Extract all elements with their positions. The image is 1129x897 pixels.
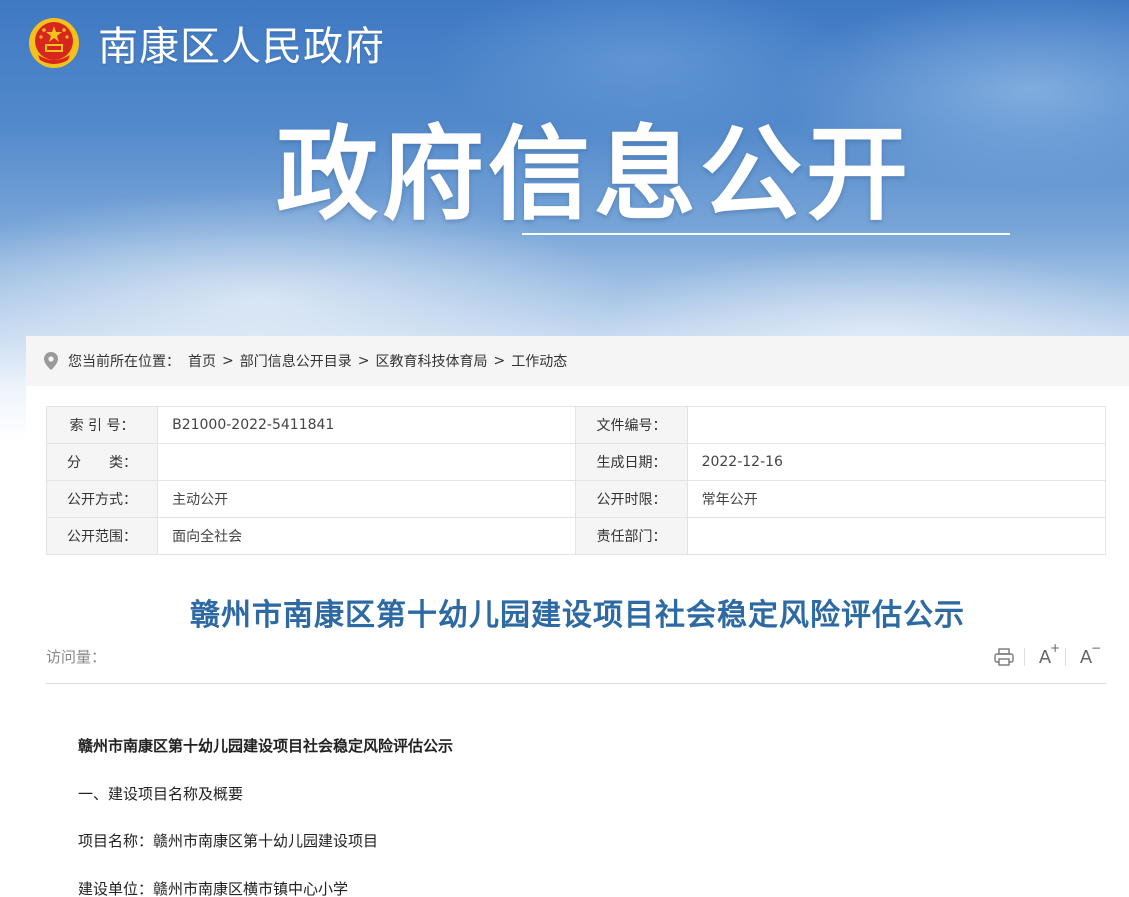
disclosure-period-label: 公开时限： <box>575 480 688 518</box>
table-row: 索 引 号： B21000-2022-5411841 文件编号： <box>45 406 1107 444</box>
print-icon <box>994 648 1014 666</box>
article-body: 赣州市南康区第十幼儿园建设项目社会稳定风险评估公示 一、建设项目名称及概要 项目… <box>78 736 1078 897</box>
disclosure-method-value: 主动公开 <box>157 480 577 518</box>
visit-count-label: 访问量： <box>46 648 107 666</box>
document-number-label: 文件编号： <box>575 406 688 444</box>
breadcrumb-separator: > <box>493 353 506 369</box>
category-value <box>157 443 577 481</box>
hero-title: 政府信息公开 <box>276 116 912 235</box>
document-number-value <box>686 406 1107 444</box>
created-date-label: 生成日期： <box>575 443 688 481</box>
breadcrumb: 您当前所在位置： 首页 > 部门信息公开目录 > 区教育科技体育局 > 工作动态 <box>26 336 1129 386</box>
table-row: 分 类： 生成日期： 2022-12-16 <box>45 443 1107 481</box>
article-title: 赣州市南康区第十幼儿园建设项目社会稳定风险评估公示 <box>190 598 965 633</box>
disclosure-method-label: 公开方式： <box>45 480 159 518</box>
breadcrumb-education-bureau[interactable]: 区教育科技体育局 <box>375 351 487 371</box>
breadcrumb-prefix: 您当前所在位置： <box>68 354 180 370</box>
breadcrumb-separator: > <box>357 353 370 369</box>
table-row: 公开范围： 面向全社会 责任部门： <box>45 517 1107 555</box>
breadcrumb-separator: > <box>222 353 234 369</box>
font-increase-button[interactable]: A + <box>1025 640 1065 672</box>
info-table: 索 引 号： B21000-2022-5411841 文件编号： 分 类： 生成… <box>45 406 1107 555</box>
site-name: 南康区人民政府 <box>98 24 385 70</box>
font-decrease-icon: A − <box>1079 640 1102 668</box>
national-emblem-icon <box>29 18 79 68</box>
content-divider <box>46 683 1106 684</box>
article-paragraph: 建设单位：赣州市南康区横市镇中心小学 <box>78 879 349 897</box>
font-increase-icon: A + <box>1038 640 1061 668</box>
disclosure-scope-label: 公开范围： <box>45 517 159 555</box>
article-meta: 访问量： A + A − <box>46 640 1106 678</box>
responsible-dept-label: 责任部门： <box>575 517 688 555</box>
index-number-value: B21000-2022-5411841 <box>157 406 577 444</box>
breadcrumb-home[interactable]: 首页 <box>188 351 216 371</box>
site-logo[interactable]: 南康区人民政府 <box>28 14 385 72</box>
print-button[interactable] <box>984 642 1024 672</box>
font-decrease-button[interactable]: A − <box>1066 640 1106 672</box>
content-panel: 您当前所在位置： 首页 > 部门信息公开目录 > 区教育科技体育局 > 工作动态… <box>26 336 1129 897</box>
breadcrumb-dept-directory[interactable]: 部门信息公开目录 <box>240 351 352 371</box>
created-date-value: 2022-12-16 <box>686 443 1107 481</box>
breadcrumb-work-news[interactable]: 工作动态 <box>511 351 567 371</box>
hero-underline <box>522 233 1010 235</box>
index-number-label: 索 引 号： <box>45 406 159 444</box>
table-row: 公开方式： 主动公开 公开时限： 常年公开 <box>45 480 1107 518</box>
responsible-dept-value <box>686 517 1107 555</box>
category-label: 分 类： <box>45 443 159 481</box>
article-tools: A + A − <box>984 640 1106 672</box>
disclosure-period-value: 常年公开 <box>686 480 1107 518</box>
disclosure-scope-value: 面向全社会 <box>157 517 577 555</box>
location-pin-icon <box>44 352 58 370</box>
article-paragraph: 项目名称：赣州市南康区第十幼儿园建设项目 <box>78 832 379 850</box>
article-paragraph: 赣州市南康区第十幼儿园建设项目社会稳定风险评估公示 <box>78 737 454 755</box>
article-paragraph: 一、建设项目名称及概要 <box>78 784 244 803</box>
